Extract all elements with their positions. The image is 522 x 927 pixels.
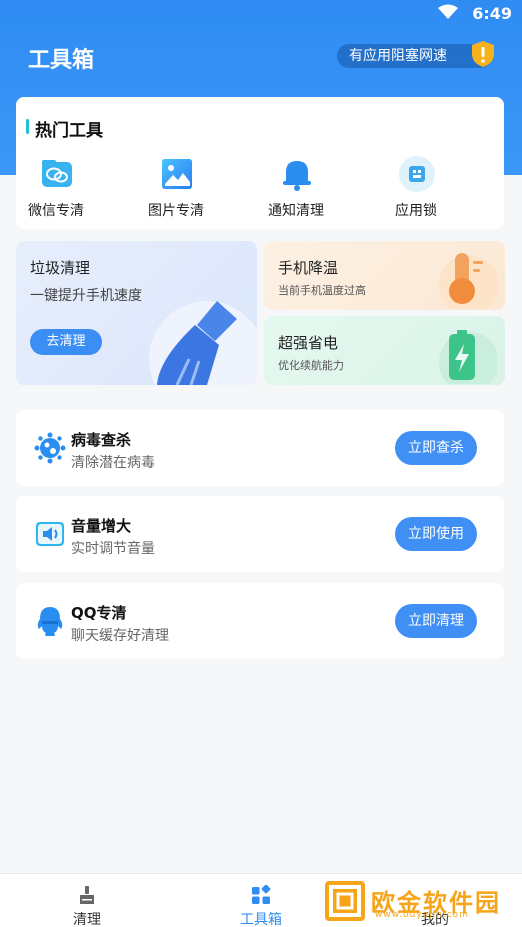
wifi-icon	[438, 4, 458, 19]
qq-icon	[37, 607, 63, 636]
junk-clean-card[interactable]: 垃圾清理 一键提升手机速度 去清理	[16, 241, 257, 385]
tab-label: 清理	[73, 912, 101, 927]
feature-subtitle: 聊天缓存好清理	[71, 628, 169, 644]
cooling-subtitle: 当前手机温度过高	[278, 284, 366, 297]
junk-clean-subtitle: 一键提升手机速度	[30, 288, 142, 304]
feature-title: 音量增大	[71, 517, 132, 535]
virus-scan-card: 病毒查杀 清除潜在病毒 立即查杀	[16, 410, 504, 486]
tab-toolbox[interactable]: 工具箱	[174, 874, 348, 927]
tool-notification-clean[interactable]: 通知清理	[256, 155, 356, 221]
power-saving-title: 超强省电	[278, 334, 339, 352]
tool-app-lock[interactable]: 应用锁	[376, 155, 476, 221]
volume-boost-card: 音量增大 实时调节音量 立即使用	[16, 496, 504, 572]
tool-wechat-clean[interactable]: 微信专清	[16, 155, 116, 221]
tab-label: 工具箱	[240, 912, 282, 927]
scan-now-button[interactable]: 立即查杀	[395, 431, 477, 465]
image-clean-icon	[162, 159, 192, 189]
clean-now-button[interactable]: 立即清理	[395, 604, 477, 638]
bell-icon	[283, 161, 311, 191]
junk-clean-title: 垃圾清理	[30, 259, 91, 277]
cooling-title: 手机降温	[278, 259, 339, 277]
tool-label: 通知清理	[268, 203, 324, 219]
power-saving-subtitle: 优化续航能力	[278, 359, 344, 372]
speaker-icon	[36, 522, 64, 546]
tool-label: 图片专清	[148, 203, 204, 219]
use-now-button[interactable]: 立即使用	[395, 517, 477, 551]
feature-subtitle: 清除潜在病毒	[71, 455, 155, 471]
power-saving-card[interactable]: 超强省电 优化续航能力	[264, 316, 505, 385]
watermark: 欧金软件园 www.ouyajin.com	[325, 877, 515, 923]
watermark-logo-icon	[329, 885, 361, 917]
hot-tools-title: 热门工具	[35, 121, 103, 141]
wechat-clean-icon	[42, 160, 72, 187]
warning-shield-icon	[472, 41, 494, 67]
feature-title: QQ专清	[71, 604, 127, 622]
thermometer-icon	[439, 253, 497, 309]
speed-warning-pill[interactable]: 有应用阻塞网速	[337, 41, 494, 68]
hot-tools-card: 热门工具 微信专清 图片专清 通知清理 应用锁	[16, 97, 504, 229]
section-accent-bar	[26, 119, 29, 134]
page-title: 工具箱	[28, 48, 95, 73]
tool-label: 微信专清	[28, 203, 84, 219]
go-clean-button[interactable]: 去清理	[30, 329, 102, 355]
tab-clean[interactable]: 清理	[0, 874, 174, 927]
broom-icon	[149, 301, 257, 385]
feature-title: 病毒查杀	[71, 431, 132, 449]
phone-cooling-card[interactable]: 手机降温 当前手机温度过高	[264, 241, 505, 310]
watermark-url: www.ouyajin.com	[375, 910, 469, 920]
broom-tab-icon	[80, 886, 94, 904]
tool-image-clean[interactable]: 图片专清	[136, 155, 236, 221]
grid-tab-icon	[252, 885, 271, 904]
tool-label: 应用锁	[395, 203, 437, 219]
watermark-logo	[325, 881, 365, 921]
battery-icon	[439, 330, 497, 384]
feature-subtitle: 实时调节音量	[71, 541, 155, 557]
status-time: 6:49	[472, 4, 512, 23]
qq-clean-card: QQ专清 聊天缓存好清理 立即清理	[16, 583, 504, 659]
virus-icon	[34, 432, 66, 464]
status-bar: 6:49	[0, 0, 522, 28]
app-lock-icon	[399, 156, 435, 192]
speed-warning-text: 有应用阻塞网速	[349, 48, 447, 64]
